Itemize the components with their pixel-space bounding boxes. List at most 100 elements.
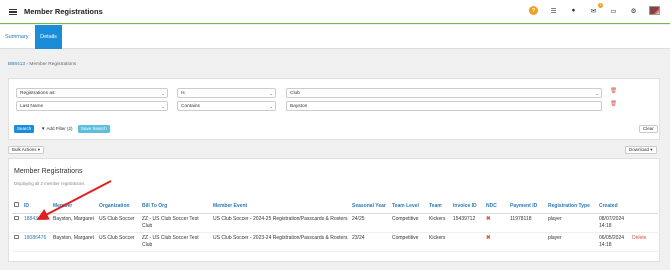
tab-bar: Summary Details	[0, 25, 670, 49]
filter-field-value-1: Registrations as:	[20, 91, 56, 96]
save-search-button[interactable]: Save Search	[78, 125, 110, 133]
filter-panel: Registrations as: ⌄ Is ⌄ Club ⌄ 🗑 Last Name…	[8, 78, 660, 140]
app-title: Member Registrations	[24, 7, 103, 16]
row-registration-type: player	[546, 213, 597, 233]
chevron-down-icon: ⌄	[595, 91, 599, 96]
row-bill-to-org: ZZ - US Club Soccer Test Club	[140, 213, 211, 233]
clear-button[interactable]: Clear	[639, 125, 658, 133]
filter-operator-value-2: Contains	[181, 104, 200, 109]
top-icons: ? ☰ ● ✉ 1 ▭ ⚙	[529, 3, 660, 15]
chevron-down-icon: ⌄	[161, 104, 165, 109]
column-header-seasonal-year[interactable]: Seasonal Year	[350, 200, 390, 214]
gear-icon[interactable]: ⚙	[629, 6, 638, 15]
tab-summary[interactable]: Summary	[0, 25, 34, 49]
top-bar: Member Registrations ? ☰ ● ✉ 1 ▭ ⚙	[0, 0, 670, 24]
row-team: Kickers	[427, 213, 451, 233]
column-header-payment-id[interactable]: Payment ID	[508, 200, 546, 214]
row-member-event: US Club Soccer - 2023-24 Registration/Pa…	[211, 232, 350, 252]
delete-link[interactable]: Delete	[632, 235, 646, 241]
column-header-ndc[interactable]: NDC	[484, 200, 508, 214]
column-header-registration-type[interactable]: Registration Type	[546, 200, 597, 214]
chevron-down-icon: ⌄	[161, 91, 165, 96]
row-created: 08/07/2024 14:18	[597, 213, 630, 233]
row-ndc-cell: ✖	[484, 213, 508, 233]
results-title: Member Registrations	[14, 168, 83, 175]
hamburger-icon[interactable]	[9, 9, 17, 16]
row-action-cell: Delete	[630, 232, 658, 252]
row-checkbox[interactable]	[14, 234, 19, 239]
row-organization: US Club Soccer	[97, 232, 140, 252]
row-action-cell	[630, 213, 658, 233]
breadcrumb-link[interactable]: BB8413	[8, 62, 25, 67]
select-all-checkbox[interactable]	[14, 202, 19, 207]
user-icon[interactable]: ●	[569, 6, 578, 15]
filter-value-1: Club	[290, 91, 300, 96]
list-icon[interactable]: ☰	[549, 6, 558, 15]
row-id-link[interactable]: 18843465	[24, 216, 46, 222]
table-header-row: ID Member Organization Bill To Org Membe…	[12, 200, 658, 214]
row-checkbox[interactable]	[14, 215, 19, 220]
column-header-created[interactable]: Created	[597, 200, 630, 214]
row-id-link[interactable]: 18086476	[24, 235, 46, 241]
download-dropdown[interactable]: Download ▾	[625, 146, 657, 154]
table-row: 18086476 Bayston, Margaret US Club Socce…	[12, 232, 658, 252]
table-row: 18843465 Bayston, Margaret US Club Socce…	[12, 213, 658, 233]
breadcrumb-current: Member Registrations	[29, 62, 77, 67]
row-registration-type: player	[546, 232, 597, 252]
chevron-down-icon: ⌄	[269, 104, 273, 109]
trash-icon[interactable]: 🗑	[610, 88, 617, 94]
bulk-actions-dropdown[interactable]: Bulk Actions ▾	[8, 146, 45, 154]
trash-icon[interactable]: 🗑	[610, 101, 617, 107]
search-button[interactable]: Search	[14, 125, 35, 133]
help-icon[interactable]: ?	[529, 6, 538, 15]
row-invoice-id	[451, 232, 484, 252]
mail-badge: 1	[598, 3, 603, 8]
column-header-member-event[interactable]: Member Event	[211, 200, 350, 214]
column-header-team[interactable]: Team	[427, 200, 451, 214]
registrations-table: ID Member Organization Bill To Org Membe…	[12, 200, 658, 252]
row-team-level: Competitive	[390, 232, 427, 252]
x-icon: ✖	[486, 215, 491, 222]
filter-operator-value-1: Is	[181, 91, 185, 96]
mail-icon[interactable]: ✉ 1	[589, 3, 603, 15]
row-member: Bayston, Margaret	[51, 232, 97, 252]
filter-field-value-2: Last Name	[20, 104, 44, 109]
x-icon: ✖	[486, 234, 491, 241]
filter-operator-select-2[interactable]: Contains ⌄	[177, 101, 276, 111]
column-header-team-level[interactable]: Team Level	[390, 200, 427, 214]
filter-field-select-1[interactable]: Registrations as: ⌄	[16, 88, 168, 98]
row-member: Bayston, Margaret	[51, 213, 97, 233]
row-team: Kickers	[427, 232, 451, 252]
add-filter-button[interactable]: ▼ Add Filter (2)	[38, 125, 76, 133]
select-all-cell	[12, 200, 22, 214]
row-seasonal-year: 23/24	[350, 232, 390, 252]
chevron-down-icon: ⌄	[269, 91, 273, 96]
column-header-member[interactable]: Member	[51, 200, 97, 214]
tab-details[interactable]: Details	[35, 25, 62, 49]
avatar[interactable]	[649, 6, 660, 15]
column-header-organization[interactable]: Organization	[97, 200, 140, 214]
row-seasonal-year: 24/25	[350, 213, 390, 233]
chat-icon[interactable]: ▭	[609, 6, 618, 15]
row-organization: US Club Soccer	[97, 213, 140, 233]
results-panel: Member Registrations Displaying all 2 me…	[8, 158, 660, 262]
row-payment-id: 11978118	[508, 213, 546, 233]
filter-value-select-1[interactable]: Club ⌄	[286, 88, 602, 98]
filter-operator-select-1[interactable]: Is ⌄	[177, 88, 276, 98]
column-header-bill-to-org[interactable]: Bill To Org	[140, 200, 211, 214]
column-header-invoice-id[interactable]: Invoice ID	[451, 200, 484, 214]
row-created: 06/05/2024 14:18	[597, 232, 630, 252]
filter-field-select-2[interactable]: Last Name ⌄	[16, 101, 168, 111]
row-select-cell	[12, 232, 22, 252]
row-payment-id	[508, 232, 546, 252]
row-id-cell: 18086476	[22, 232, 51, 252]
row-id-cell: 18843465	[22, 213, 51, 233]
row-ndc-cell: ✖	[484, 232, 508, 252]
filter-value-2: Bayston	[290, 104, 308, 109]
breadcrumb-separator: ›	[26, 62, 29, 67]
column-header-id[interactable]: ID	[22, 200, 51, 214]
column-header-actions	[630, 200, 658, 214]
row-bill-to-org: ZZ - US Club Soccer Test Club	[140, 232, 211, 252]
breadcrumb: BB8413 › Member Registrations	[8, 62, 76, 67]
filter-value-input-2[interactable]: Bayston	[286, 101, 602, 111]
